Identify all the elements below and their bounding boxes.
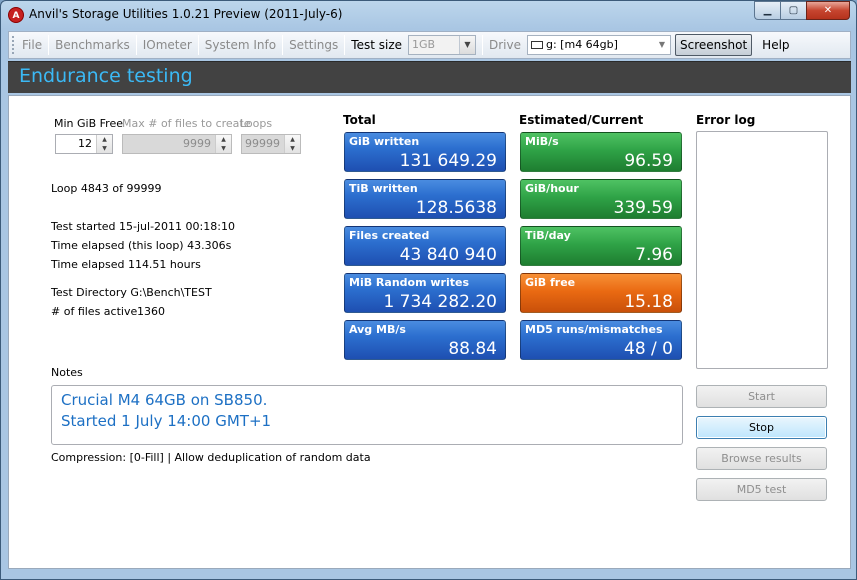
estimated-heading: Estimated/Current: [519, 113, 644, 127]
md5-test-button[interactable]: MD5 test: [696, 478, 827, 501]
close-icon: ✕: [823, 5, 833, 16]
loops-label: Loops: [240, 117, 273, 130]
error-log-heading: Error log: [696, 113, 756, 127]
section-header: Endurance testing: [8, 61, 851, 93]
close-button[interactable]: ✕: [806, 1, 850, 20]
tile-value: 7.96: [635, 245, 673, 265]
compression-info: Compression: [0-Fill] | Allow deduplicat…: [51, 451, 371, 464]
menu-settings[interactable]: Settings: [283, 32, 344, 58]
chevron-down-icon: ▼: [459, 36, 475, 54]
menu-iometer[interactable]: IOmeter: [137, 32, 198, 58]
app-logo-icon: A: [8, 7, 24, 23]
tile-tib-day: TiB/day 7.96: [520, 226, 682, 266]
chevron-up-icon[interactable]: ▲: [285, 135, 300, 144]
files-active-label: # of files active: [51, 305, 138, 318]
drive-label: Drive: [489, 38, 521, 52]
tile-value: 339.59: [613, 198, 673, 218]
chevron-down-icon[interactable]: ▼: [285, 144, 300, 153]
max-files-label: Max # of files to create: [122, 117, 251, 130]
notes-line: Started 1 July 14:00 GMT+1: [61, 412, 272, 430]
tile-label: MiB/s: [525, 135, 559, 148]
elapsed-total: Time elapsed 114.51 hours: [51, 258, 201, 271]
title-bar: A Anvil's Storage Utilities 1.0.21 Previ…: [1, 1, 856, 29]
chevron-down-icon: ▼: [654, 36, 670, 54]
chevron-down-icon[interactable]: ▼: [216, 144, 231, 153]
window-title: Anvil's Storage Utilities 1.0.21 Preview…: [29, 7, 343, 21]
tile-label: TiB written: [349, 182, 418, 195]
minimize-button[interactable]: ▁: [754, 1, 780, 20]
notes-label: Notes: [51, 366, 83, 379]
menu-system-info[interactable]: System Info: [199, 32, 282, 58]
drive-select[interactable]: g: [m4 64gb] ▼: [527, 35, 671, 55]
tile-value: 48 / 0: [624, 339, 673, 359]
tile-value: 15.18: [624, 292, 673, 312]
notes-line: Crucial M4 64GB on SB850.: [61, 391, 268, 409]
total-heading: Total: [343, 113, 376, 127]
menu-help[interactable]: Help: [756, 32, 795, 58]
tile-label: GiB/hour: [525, 182, 579, 195]
menu-file[interactable]: File: [16, 32, 48, 58]
tile-mib-s: MiB/s 96.59: [520, 132, 682, 172]
min-free-value: 12: [78, 137, 92, 150]
browse-results-button[interactable]: Browse results: [696, 447, 827, 470]
tile-gib-written: GiB written 131 649.29: [344, 132, 506, 172]
maximize-icon: ▢: [788, 5, 799, 16]
tile-value: 1 734 282.20: [383, 292, 497, 312]
tile-value: 131 649.29: [399, 151, 497, 171]
chevron-down-icon[interactable]: ▼: [97, 144, 112, 153]
test-size-label: Test size: [351, 38, 402, 52]
drive-value: g: [m4 64gb]: [546, 38, 618, 51]
max-files-value: 9999: [183, 137, 211, 150]
tile-value: 43 840 940: [399, 245, 497, 265]
chevron-up-icon[interactable]: ▲: [97, 135, 112, 144]
tile-label: Files created: [349, 229, 430, 242]
app-window: A Anvil's Storage Utilities 1.0.21 Previ…: [0, 0, 857, 580]
tile-gib-hour: GiB/hour 339.59: [520, 179, 682, 219]
tile-label: GiB free: [525, 276, 576, 289]
tile-random-writes: MiB Random writes 1 734 282.20: [344, 273, 506, 313]
elapsed-loop: Time elapsed (this loop) 43.306s: [51, 239, 232, 252]
maximize-button[interactable]: ▢: [780, 1, 806, 20]
tile-value: 88.84: [448, 339, 497, 359]
tile-value: 128.5638: [415, 198, 497, 218]
loop-status: Loop 4843 of 99999: [51, 182, 162, 195]
menu-benchmarks[interactable]: Benchmarks: [49, 32, 136, 58]
min-free-label: Min GiB Free: [54, 117, 123, 130]
screenshot-button[interactable]: Screenshot: [675, 34, 753, 56]
tile-label: TiB/day: [525, 229, 571, 242]
tile-avg-mbs: Avg MB/s 88.84: [344, 320, 506, 360]
tile-tib-written: TiB written 128.5638: [344, 179, 506, 219]
tile-label: MiB Random writes: [349, 276, 470, 289]
test-directory: Test Directory G:\Bench\TEST: [51, 286, 212, 299]
error-log-textarea[interactable]: [696, 131, 828, 369]
main-panel: Min GiB Free 12 ▲ ▼ Max # of files to cre…: [8, 95, 851, 569]
menu-bar: File Benchmarks IOmeter System Info Sett…: [8, 31, 851, 59]
notes-textarea[interactable]: Crucial M4 64GB on SB850. Started 1 July…: [51, 385, 683, 445]
tile-files-created: Files created 43 840 940: [344, 226, 506, 266]
test-started: Test started 15-jul-2011 00:18:10: [51, 220, 235, 233]
tile-label: MD5 runs/mismatches: [525, 323, 663, 336]
page-title: Endurance testing: [19, 65, 193, 87]
tile-label: Avg MB/s: [349, 323, 406, 336]
drive-icon: [531, 41, 543, 49]
tile-md5-runs: MD5 runs/mismatches 48 / 0: [520, 320, 682, 360]
max-files-stepper[interactable]: 9999 ▲ ▼: [122, 134, 232, 154]
stop-button[interactable]: Stop: [696, 416, 827, 439]
tile-gib-free: GiB free 15.18: [520, 273, 682, 313]
loops-value: 99999: [245, 137, 280, 150]
start-button[interactable]: Start: [696, 385, 827, 408]
tile-label: GiB written: [349, 135, 420, 148]
loops-stepper[interactable]: 99999 ▲ ▼: [241, 134, 301, 154]
files-active-value: 1360: [137, 305, 165, 318]
tile-value: 96.59: [624, 151, 673, 171]
min-free-stepper[interactable]: 12 ▲ ▼: [55, 134, 113, 154]
minimize-icon: ▁: [763, 5, 772, 16]
chevron-up-icon[interactable]: ▲: [216, 135, 231, 144]
test-size-select[interactable]: 1GB ▼: [408, 35, 476, 55]
test-size-value: 1GB: [412, 38, 436, 51]
